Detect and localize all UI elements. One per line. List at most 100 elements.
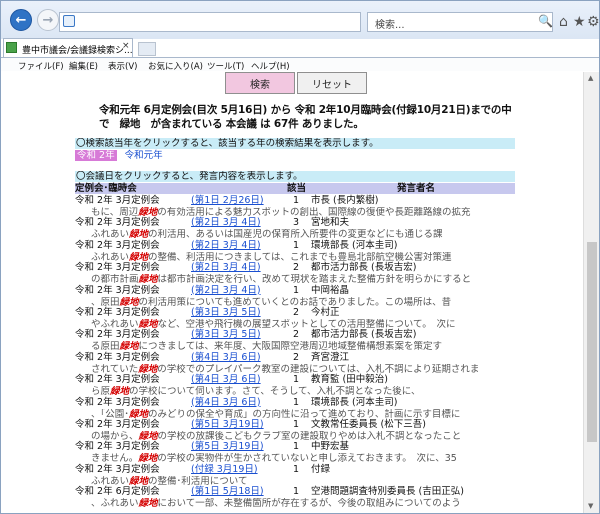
scroll-up-icon[interactable]: ▲: [588, 74, 593, 82]
result-row: 令和 2年 6月定例会 (第1日 5月18日) 1 空港問題調査特別委員長 (吉田正弘…: [75, 486, 520, 498]
session-name: 令和 2年 3月定例会: [75, 195, 160, 206]
search-input[interactable]: 検索...: [367, 12, 553, 32]
speaker-name: 宮地和夫: [311, 217, 350, 229]
meeting-date-link[interactable]: (第1日 2月26日): [191, 195, 264, 207]
session-name: 令和 2年 3月定例会: [75, 284, 160, 296]
keyword-highlight: 緑地: [138, 453, 158, 465]
keyword-highlight: 緑地: [138, 498, 158, 510]
result-row: 令和 2年 3月定例会 (第4日 3月 6日) 1 環境部長 (河本圭司): [75, 397, 520, 409]
meeting-date-link[interactable]: (付録 3月19日): [191, 464, 258, 476]
speaker-name: 斉宮澄江: [311, 351, 350, 363]
result-row: 令和 2年 3月定例会 (第4日 3月 6日) 1 教育監 (田中毅治): [75, 374, 520, 386]
vertical-scrollbar[interactable]: ▲ ▼: [583, 72, 599, 513]
menu-bar: ファイル(F) 編集(E) 表示(V) お気に入り(A) ツール(T) ヘルプ(…: [1, 57, 599, 72]
result-row: 令和 2年 3月定例会 (第2日 3月 4日) 1 環境部長 (河本圭司): [75, 240, 520, 252]
tab-close-icon[interactable]: ×: [122, 41, 130, 51]
meeting-date-link[interactable]: (第5日 3月19日): [191, 419, 264, 431]
home-icon[interactable]: ⌂: [559, 14, 568, 30]
meeting-date-link[interactable]: (第1日 5月18日): [191, 486, 264, 498]
speaker-name: 環境部長 (河本圭司): [311, 396, 398, 408]
meeting-date-link[interactable]: (第2日 3月 4日): [191, 262, 261, 274]
meeting-date-link[interactable]: (第4日 3月 6日): [191, 397, 261, 409]
scroll-thumb[interactable]: [587, 242, 597, 442]
result-row: 令和 2年 3月定例会 (第5日 3月19日) 1 文教常任委員長 (松下三吾): [75, 419, 520, 431]
excerpt-post: の利活用策についても進めていくとのお話でありました。この場所は、昔: [138, 296, 452, 308]
excerpt-pre: ら原: [91, 386, 111, 398]
session-name: 令和 2年 3月定例会: [75, 396, 160, 408]
settings-gear-icon[interactable]: ⚙: [587, 14, 600, 30]
result-row: 令和 2年 3月定例会 (第1日 2月26日) 1 市長 (長内繁樹): [75, 195, 520, 207]
excerpt: 、ふれあい緑地において一部、未整備箇所が存在するが、今後の取組みについてのよう: [91, 498, 521, 510]
keyword-highlight: 緑地: [119, 296, 139, 308]
excerpt-pre: の都市計画: [91, 274, 139, 286]
menu-favorites[interactable]: お気に入り(A): [148, 60, 203, 72]
result-row: 令和 2年 3月定例会 (第2日 3月 4日) 3 宮地和夫: [75, 217, 520, 229]
excerpt-pre: 、原田: [91, 296, 120, 308]
menu-help[interactable]: ヘルプ(H): [251, 60, 290, 72]
session-name: 令和 2年 3月定例会: [75, 374, 160, 386]
session-name: 令和 2年 3月定例会: [75, 419, 160, 430]
meeting-date-link[interactable]: (第4日 3月 6日): [191, 374, 261, 386]
menu-file[interactable]: ファイル(F): [18, 60, 64, 72]
excerpt-pre: ふれあい: [91, 229, 130, 241]
speaker-name: 教育監 (田中毅治): [311, 374, 388, 386]
back-button[interactable]: ←: [10, 9, 32, 31]
forward-button[interactable]: →: [37, 9, 59, 31]
page-icon: [63, 15, 75, 27]
keyword-highlight: 緑地: [110, 386, 130, 398]
new-tab-button[interactable]: [138, 42, 156, 56]
session-name: 令和 2年 3月定例会: [75, 239, 160, 251]
keyword-highlight: 緑地: [119, 341, 139, 353]
meeting-date-link[interactable]: (第3日 3月 5日): [191, 307, 261, 319]
search-icon[interactable]: 🔍: [538, 14, 553, 28]
keyword-highlight: 緑地: [138, 274, 158, 286]
meeting-date-link[interactable]: (第3日 3月 5日): [191, 329, 261, 341]
speaker-name: 空港問題調査特別委員長 (吉田正弘): [311, 486, 464, 498]
hit-count: 2: [293, 262, 300, 274]
year-link[interactable]: 令和元年: [125, 150, 163, 161]
address-bar[interactable]: [59, 12, 361, 32]
menu-tools[interactable]: ツール(T): [207, 60, 244, 72]
meeting-date-link[interactable]: (第4日 3月 6日): [191, 352, 261, 364]
speaker-name: 中野宏基: [311, 441, 350, 453]
result-row: 令和 2年 3月定例会 (第5日 3月19日) 1 中野宏基: [75, 441, 520, 453]
session-instruction: 〇会議日をクリックすると、発言内容を表示します。: [75, 171, 515, 182]
hit-count: 1: [293, 195, 300, 206]
session-name: 令和 2年 3月定例会: [75, 307, 160, 318]
reset-button[interactable]: リセット: [297, 72, 367, 94]
meeting-date-link[interactable]: (第2日 3月 4日): [191, 285, 261, 297]
favorites-star-icon[interactable]: ★: [573, 14, 586, 30]
hit-count: 2: [293, 329, 300, 341]
browser-tab[interactable]: 豊中市議会/会議録検索シ...: [3, 38, 133, 58]
speaker-name: 都市活力部長 (長坂吉宏): [311, 262, 417, 274]
meeting-date-link[interactable]: (第2日 3月 4日): [191, 240, 261, 252]
session-name: 令和 2年 3月定例会: [75, 463, 160, 475]
browser-toolbar: ← → 検索... 🔍 ⌂ ★ ⚙: [1, 1, 600, 39]
meeting-date-link[interactable]: (第5日 3月19日): [191, 441, 264, 453]
hit-count: 1: [293, 441, 300, 453]
tab-favicon: [6, 42, 17, 53]
excerpt-pre: 、ふれあい: [91, 498, 139, 510]
session-name: 令和 2年 3月定例会: [75, 262, 160, 274]
result-row: 令和 2年 3月定例会 (第2日 3月 4日) 1 中岡裕晶: [75, 285, 520, 297]
excerpt-post: は都市計画決定を行い、改めて現状を踏まえた整備方針を明らかにすると: [157, 274, 472, 286]
menu-view[interactable]: 表示(V): [108, 60, 137, 72]
year-selected[interactable]: 令和 2年: [75, 150, 117, 161]
scroll-down-icon[interactable]: ▼: [588, 502, 593, 510]
hit-count: 1: [293, 463, 300, 475]
search-button[interactable]: 検索: [225, 72, 295, 94]
speaker-name: 環境部長 (河本圭司): [311, 239, 398, 251]
speaker-name: 付録: [311, 463, 331, 475]
hit-count: 2: [293, 307, 300, 318]
forward-icon: →: [42, 12, 54, 28]
hit-count: 1: [293, 486, 300, 498]
excerpt-post: の利活用、あるいは国産児の保育所入所要件の変更などにも通じる課: [148, 229, 443, 241]
header-hit: 該当: [287, 183, 307, 194]
menu-edit[interactable]: 編集(E): [69, 60, 98, 72]
session-name: 令和 2年 3月定例会: [75, 441, 160, 453]
excerpt-pre: きません。: [91, 453, 139, 465]
result-row: 令和 2年 3月定例会 (第3日 3月 5日) 2 今村正: [75, 307, 520, 319]
speaker-name: 文教常任委員長 (松下三吾): [311, 419, 426, 430]
excerpt-post: の学校の実物件が生かされていないと申し添えておきます。 次に、35: [157, 453, 457, 465]
meeting-date-link[interactable]: (第2日 3月 4日): [191, 217, 261, 229]
